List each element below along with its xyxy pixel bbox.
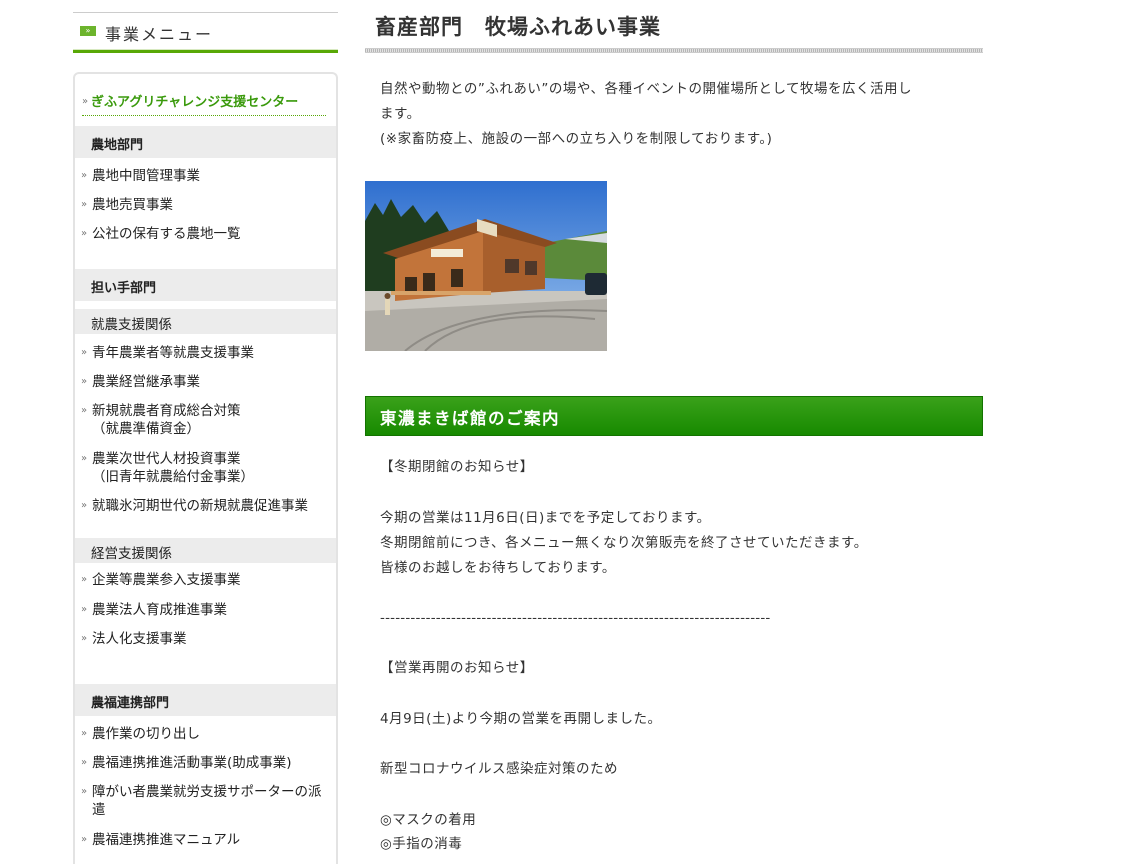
arrow-icon: » [81,728,88,739]
nav-item-farmland-list[interactable]: » 公社の保有する農地一覧 [81,225,331,243]
arrow-icon: » [81,228,88,239]
nav-item-label: 農業次世代人材投資事業 [92,451,241,467]
nav-item-noufuku-katsudou[interactable]: » 農福連携推進活動事業(助成事業) [81,754,331,772]
section-title: 農福連携部門 [91,696,170,711]
nav-item-noufuku-manual[interactable]: » 農福連携推進マニュアル [81,831,331,849]
subsection-shunou: 就農支援関係 [75,309,336,334]
nav-item-label: 農作業の切り出し [92,726,200,742]
subsection-title: 就農支援関係 [91,317,172,333]
nav-item-label: 農福連携推進活動事業(助成事業) [92,755,292,771]
arrow-icon: » [81,500,88,511]
notice-divider: ----------------------------------------… [380,610,771,626]
subsection-keiei: 経営支援関係 [75,538,336,563]
nav-item-nousagyou[interactable]: » 農作業の切り出し [81,725,331,743]
section-farmland: 農地部門 [75,126,336,158]
notice-line: 皆様のお越しをお待ちしております。 [380,560,616,576]
arrow-icon: » [81,453,88,464]
subsection-title: 経営支援関係 [91,546,172,562]
nav-item-label: 農地中間管理事業 [92,168,200,184]
section-title: 農地部門 [91,138,144,153]
menu-underline [73,50,338,53]
arrow-icon: » [81,834,88,845]
arrow-icon: » [81,170,88,181]
nav-item-houjinka[interactable]: » 法人化支援事業 [81,630,331,648]
nav-link-label: ぎふアグリチャレンジ支援センター [91,95,299,110]
arrow-icon: » [81,199,88,210]
arrow-icon: » [81,347,88,358]
nav-item-keiei-keishou[interactable]: » 農業経営継承事業 [81,373,331,391]
notice-line: ◎マスクの着用 [380,812,477,828]
intro-line-2: ます。 [380,106,421,122]
nav-item-label-sub: 遣 [92,802,106,818]
nav-item-farmland-sales[interactable]: » 農地売買事業 [81,196,331,214]
nav-box: » ぎふアグリチャレンジ支援センター 農地部門 » 農地中間管理事業 » 農地売… [73,72,338,864]
nav-item-seinen-shunou[interactable]: » 青年農業者等就農支援事業 [81,344,331,362]
section-header-tono-makibakan: 東濃まきば館のご案内 [365,396,983,436]
nav-item-label: 法人化支援事業 [92,631,187,647]
arrow-icon: » [81,633,88,644]
nav-item-houjin-ikusei[interactable]: » 農業法人育成推進事業 [81,601,331,619]
nav-item-farmland-management[interactable]: » 農地中間管理事業 [81,167,331,185]
section-header-title: 東濃まきば館のご案内 [380,409,560,428]
notice-line: 新型コロナウイルス感染症対策のため [380,761,618,777]
nav-item-shinki-shunou[interactable]: » 新規就農者育成総合対策 （就農準備資金） [81,402,331,438]
notice-reopen-heading: 【営業再開のお知らせ】 [380,660,534,676]
section-noufuku: 農福連携部門 [75,684,336,716]
arrow-icon: » [81,757,88,768]
nav-item-label-sub: （旧青年就農給付金事業） [92,469,254,485]
menu-header: » 事業メニュー [73,12,338,53]
nav-item-label: 就職氷河期世代の新規就農促進事業 [92,498,308,514]
menu-title: 事業メニュー [105,25,214,44]
page-title: 畜産部門 牧場ふれあい事業 [375,15,661,39]
notice-winter-heading: 【冬期閉館のお知らせ】 [380,459,534,475]
nav-item-hyougaki[interactable]: » 就職氷河期世代の新規就農促進事業 [81,497,331,515]
arrow-icon: » [81,604,88,615]
nav-item-label: 公社の保有する農地一覧 [92,226,241,242]
nav-item-kigyou-sannyu[interactable]: » 企業等農業参入支援事業 [81,571,331,589]
nav-item-label: 新規就農者育成総合対策 [92,403,241,419]
notice-line: 今期の営業は11月6日(日)までを予定しております。 [380,510,711,526]
notice-line: ◎手指の消毒 [380,836,463,852]
section-title: 担い手部門 [91,281,157,296]
nav-item-label: 青年農業者等就農支援事業 [92,345,254,361]
nav-item-label-sub: （就農準備資金） [92,421,200,437]
ranch-building-photo [365,181,607,351]
menu-chip-icon: » [80,26,96,36]
nav-item-supporter-haken[interactable]: » 障がい者農業就労支援サポーターの派 遣 [81,783,331,819]
nav-item-label: 農業法人育成推進事業 [92,602,227,618]
arrow-icon: » [81,376,88,387]
nav-item-jisedai-jinzai[interactable]: » 農業次世代人材投資事業 （旧青年就農給付金事業） [81,450,331,486]
nav-link-agri-challenge[interactable]: » ぎふアグリチャレンジ支援センター [82,89,326,116]
title-divider [365,48,983,53]
arrow-icon: » [81,786,88,797]
intro-line-3: (※家畜防疫上、施設の一部への立ち入りを制限しております。) [380,131,773,147]
nav-item-label: 農業経営継承事業 [92,374,200,390]
notice-line: 4月9日(土)より今期の営業を再開しました。 [380,711,662,727]
arrow-icon: » [81,405,88,416]
section-ninaite: 担い手部門 [75,269,336,301]
arrow-icon: » [81,574,88,585]
nav-item-label: 障がい者農業就労支援サポーターの派 [92,784,322,800]
nav-item-label: 農福連携推進マニュアル [92,832,241,848]
nav-item-label: 農地売買事業 [92,197,173,213]
nav-item-label: 企業等農業参入支援事業 [92,572,241,588]
notice-line: 冬期閉館前につき、各メニュー無くなり次第販売を終了させていただきます。 [380,535,868,551]
intro-line-1: 自然や動物との”ふれあい”の場や、各種イベントの開催場所として牧場を広く活用し [380,81,913,97]
